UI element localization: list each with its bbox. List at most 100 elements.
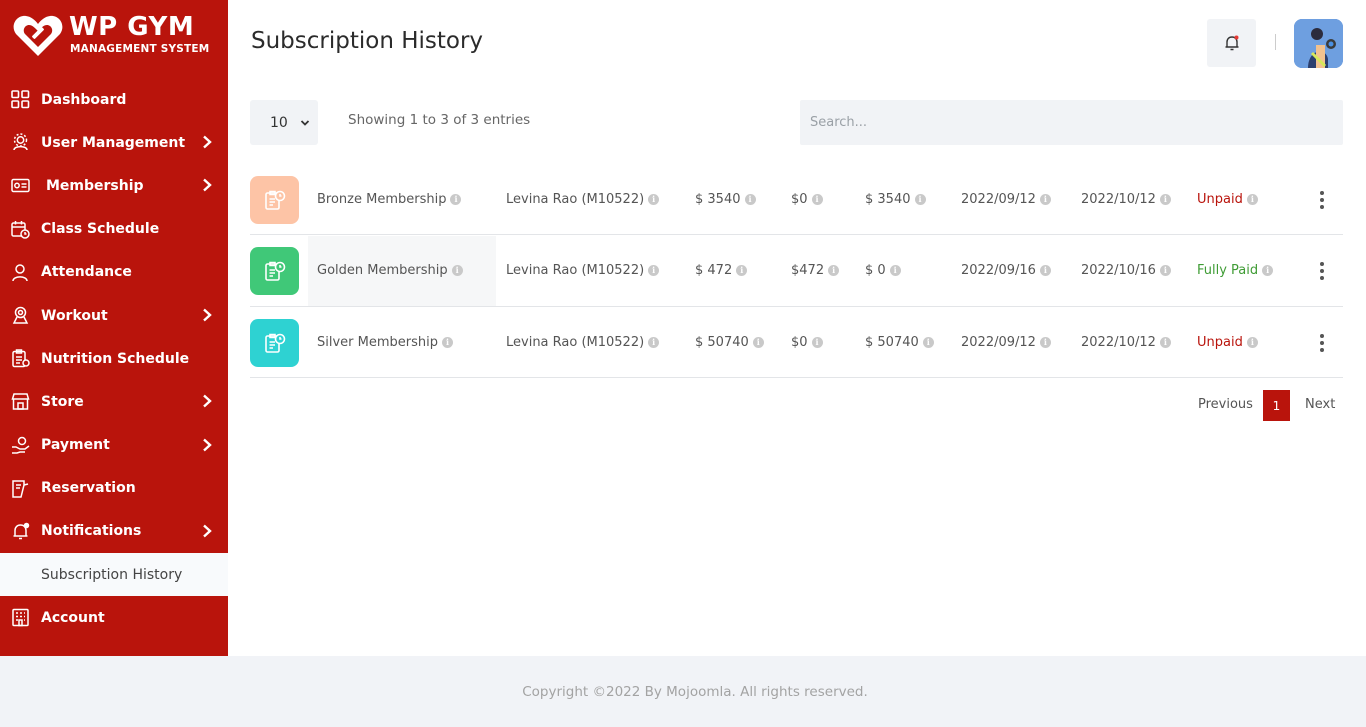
paid-amount: $0 i (791, 335, 823, 350)
info-icon: i (736, 265, 748, 277)
member-name: Levina Rao (M10522) i (506, 334, 660, 350)
clipboard-clock-icon (264, 261, 285, 282)
payment-hand-icon (12, 436, 30, 454)
due-text: $ 50740 (865, 334, 919, 350)
chevron-right-icon (203, 178, 212, 192)
page-length-select[interactable]: 10 (250, 100, 318, 145)
footer-copyright: Copyright ©2022 By Mojoomla. All rights … (522, 683, 868, 700)
info-icon: i (811, 194, 823, 205)
calendar-clock-icon (11, 220, 30, 239)
sidebar-item-subscription-history[interactable]: Subscription History (0, 553, 228, 597)
row-actions-menu[interactable] (1312, 190, 1332, 210)
sidebar-item-payment[interactable]: Payment (0, 424, 228, 467)
info-icon: i (889, 265, 901, 277)
brand[interactable]: WP GYM MANAGEMENT SYSTEM (12, 10, 217, 62)
bell-icon (13, 522, 30, 540)
chevron-right-icon (203, 394, 212, 408)
chevron-right-icon (203, 135, 212, 149)
sidebar-item-label: Dashboard (41, 91, 127, 108)
info-icon: i (648, 265, 660, 277)
user-check-icon (12, 264, 28, 281)
membership-icon-box (250, 176, 299, 224)
sidebar-item-reservation[interactable]: Reservation (0, 467, 228, 510)
sidebar-item-notifications[interactable]: Notifications (0, 510, 228, 553)
info-icon: i (1262, 265, 1274, 277)
sidebar-item-label: Payment (41, 437, 110, 454)
chevron-right-icon (203, 308, 212, 322)
gym-logo-icon (13, 15, 63, 56)
sidebar-item-label: Notifications (41, 523, 142, 540)
row-actions-menu[interactable] (1312, 333, 1332, 353)
info-icon: i (1159, 194, 1171, 205)
info-icon: i (914, 194, 926, 205)
sidebar-item-dashboard[interactable]: Dashboard (0, 78, 228, 121)
member-name-text: Levina Rao (M10522) (506, 263, 645, 279)
paid-amount: $472 i (791, 263, 840, 279)
amount-text: $ 3540 (695, 192, 741, 207)
start-date-text: 2022/09/12 (961, 192, 1036, 207)
sidebar-item-account[interactable]: Account (0, 596, 228, 639)
footer: Copyright ©2022 By Mojoomla. All rights … (0, 656, 1366, 727)
paid-text: $472 (791, 263, 825, 279)
start-date: 2022/09/16 i (961, 263, 1051, 278)
info-icon: i (442, 336, 453, 348)
info-icon: i (828, 265, 840, 277)
sidebar-item-label: Account (41, 609, 105, 626)
sidebar-item-user-management[interactable]: User Management (0, 121, 228, 164)
entries-info: Showing 1 to 3 of 3 entries (348, 112, 531, 128)
status-text: Fully Paid (1197, 263, 1259, 279)
chevron-right-icon (203, 438, 212, 451)
info-icon: i (1159, 336, 1171, 348)
sidebar-nav: Dashboard User Management Membership Cla… (0, 78, 228, 639)
info-icon: i (811, 336, 823, 348)
status-text: Unpaid (1197, 334, 1243, 350)
sidebar-item-label: Nutrition Schedule (41, 350, 190, 367)
search-input[interactable] (800, 100, 1343, 145)
sidebar-item-class-schedule[interactable]: Class Schedule (0, 208, 228, 251)
membership-name: Bronze Membership i (317, 192, 462, 207)
info-icon: i (1159, 265, 1171, 277)
sidebar-item-label: Subscription History (41, 566, 183, 583)
sidebar-item-label: Workout (41, 307, 108, 324)
sidebar-item-workout[interactable]: Workout (0, 294, 228, 337)
paid-text: $0 (791, 192, 808, 207)
end-date-text: 2022/10/12 (1081, 334, 1156, 350)
due-amount: $ 3540 i (865, 192, 926, 207)
dumbbell-icon (12, 306, 29, 324)
pagination-page-current[interactable]: 1 (1263, 390, 1290, 421)
table-row: Bronze Membership i Levina Rao (M10522) i … (250, 164, 1343, 236)
page-title: Subscription History (251, 28, 484, 54)
pagination-previous[interactable]: Previous (1198, 397, 1253, 412)
member-name-text: Levina Rao (M10522) (506, 192, 645, 207)
sidebar: WP GYM MANAGEMENT SYSTEM Dashboard User … (0, 0, 228, 656)
amount: $ 472 i (695, 263, 748, 278)
start-date: 2022/09/12 i (961, 335, 1051, 350)
sidebar-item-nutrition-schedule[interactable]: Nutrition Schedule (0, 337, 228, 380)
membership-name: Golden Membership i (317, 263, 463, 278)
info-icon: i (744, 194, 756, 205)
info-icon: i (752, 336, 764, 348)
table-row: Silver Membership i Levina Rao (M10522) i … (250, 307, 1343, 378)
amount: $ 3540 i (695, 192, 756, 207)
membership-icon-box (250, 247, 299, 296)
info-icon: i (1039, 265, 1051, 277)
paid-amount: $0 i (791, 192, 823, 207)
pagination-next[interactable]: Next (1305, 397, 1335, 412)
brand-subtitle: MANAGEMENT SYSTEM (70, 43, 210, 55)
status-text: Unpaid (1197, 192, 1243, 207)
bell-icon (1225, 35, 1238, 51)
sidebar-item-membership[interactable]: Membership (0, 164, 228, 207)
row-actions-menu[interactable] (1312, 261, 1332, 281)
member-name-text: Levina Rao (M10522) (506, 334, 645, 350)
start-date: 2022/09/12 i (961, 192, 1051, 207)
membership-name-text: Bronze Membership (317, 192, 447, 207)
paid-text: $0 (791, 334, 808, 350)
start-date-text: 2022/09/12 (961, 334, 1036, 350)
sidebar-item-attendance[interactable]: Attendance (0, 251, 228, 294)
status-badge: Unpaid i (1197, 335, 1258, 350)
amount-text: $ 50740 (695, 334, 749, 350)
avatar[interactable] (1294, 19, 1343, 68)
sidebar-item-store[interactable]: Store (0, 380, 228, 423)
notifications-button[interactable] (1207, 19, 1256, 67)
store-icon (11, 393, 30, 411)
